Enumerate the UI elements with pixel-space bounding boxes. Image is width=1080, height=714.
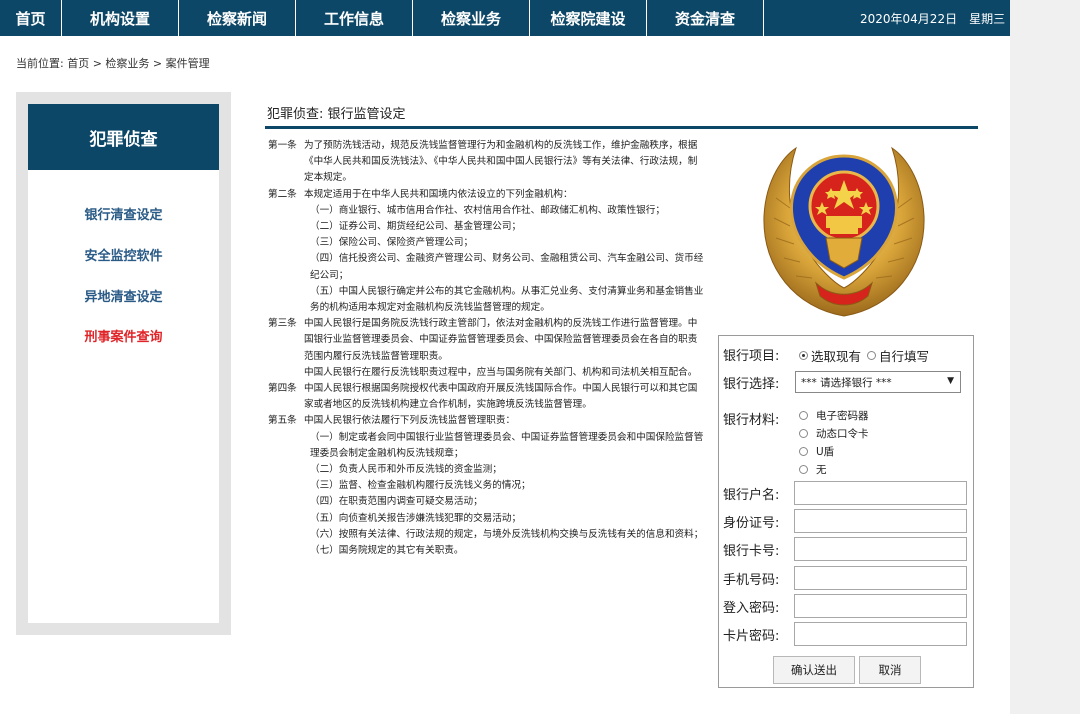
account-name-input[interactable] [794,481,967,505]
radio-unchecked-icon [799,446,808,456]
sidebar-item-security-software[interactable]: 安全监控软件 [28,245,219,264]
article-body: 本规定适用于在中华人民共和国境内依法设立的下列金融机构： [304,188,573,200]
sidebar-item-criminal-case-query[interactable]: 刑事案件查询 [28,326,219,345]
nav-item-news[interactable]: 检察新闻 [179,0,296,36]
radio-label: U盾 [816,445,835,458]
article-body: 为了预防洗钱活动，规范反洗钱监督管理行为和金融机构的反洗钱工作，维护金融秩序，根… [304,140,698,184]
sidebar: 犯罪侦查 银行清查设定 安全监控软件 异地清查设定 刑事案件查询 [16,92,231,635]
bank-select-dropdown[interactable]: *** 请选择银行 *** ▼ [795,371,961,393]
radio-unchecked-icon [799,410,808,420]
article-clause: （六）按照有关法律、行政法规的规定，与境外反洗钱机构交换与反洗钱有关的信息和资料… [310,528,704,540]
material-option-otp-card[interactable]: 动态口令卡 [799,424,869,442]
regulation-text: 第一条 为了预防洗钱活动，规范反洗钱监督管理行为和金融机构的反洗钱工作，维护金融… [268,138,706,559]
nav-weekday: 星期三 [969,11,1006,26]
article-heading: 第一条 [268,140,297,151]
article-heading: 第三条 [268,318,297,330]
radio-unchecked-icon [799,428,808,438]
radio-fill-manually[interactable]: 自行填写 [867,345,929,365]
top-navigation-bar: 首页 机构设置 检察新闻 工作信息 检察业务 检察院建设 资金清查 2020年0… [0,0,1010,36]
article-clause: （一）制定或者会同中国银行业监督管理委员会、中国证券监督管理委员会和中国保险监督… [310,431,704,459]
article-4: 第四条 中国人民银行根据国务院授权代表中国政府开展反洗钱国际合作。中国人民银行可… [268,381,706,413]
radio-select-existing[interactable]: 选取现有 [799,345,861,365]
radio-checked-icon [799,351,808,360]
radio-label: 无 [816,463,827,476]
article-body: 中国人民银行是国务院反洗钱行政主管部门，依法对金融机构的反洗钱工作进行监督管理。… [304,318,698,362]
bank-project-options: 选取现有 自行填写 [799,345,929,365]
radio-unchecked-icon [799,464,808,474]
bank-select-label: 银行选择: [723,377,780,392]
sidebar-panel: 犯罪侦查 银行清查设定 安全监控软件 异地清查设定 刑事案件查询 [28,104,219,623]
phone-number-label: 手机号码: [723,573,780,588]
page-title: 犯罪侦查: 银行监管设定 [267,107,406,122]
article-3: 第三条 中国人民银行是国务院反洗钱行政主管部门，依法对金融机构的反洗钱工作进行监… [268,316,706,381]
nav-item-home[interactable]: 首页 [0,0,62,36]
submit-button[interactable]: 确认送出 [773,656,855,684]
card-password-input[interactable] [794,622,967,646]
article-body: 中国人民银行根据国务院授权代表中国政府开展反洗钱国际合作。中国人民银行可以和其它… [304,383,698,411]
article-clause: （三）监督、检查金融机构履行反洗钱义务的情况； [310,480,531,492]
id-number-label: 身份证号: [723,516,780,531]
sidebar-title: 犯罪侦查 [28,104,219,170]
police-emblem-icon [763,146,925,317]
material-option-u-key[interactable]: U盾 [799,442,869,460]
nav-item-fund-check[interactable]: 资金清查 [647,0,764,36]
card-number-input[interactable] [794,537,967,561]
article-body: 中国人民银行依法履行下列反洗钱监督管理职责： [304,415,516,427]
article-heading: 第五条 [268,415,297,427]
nav-item-construction[interactable]: 检察院建设 [530,0,647,36]
article-body-2: 中国人民银行在履行反洗钱职责过程中，应当与国务院有关部门、机构和司法机关相互配合… [304,366,698,378]
article-5: 第五条 中国人民银行依法履行下列反洗钱监督管理职责： （一）制定或者会同中国银行… [268,413,706,559]
dropdown-arrow-icon: ▼ [947,376,954,386]
article-2: 第二条 本规定适用于在中华人民共和国境内依法设立的下列金融机构： （一）商业银行… [268,187,706,317]
material-option-none[interactable]: 无 [799,460,869,478]
nav-item-procuratorial-business[interactable]: 检察业务 [413,0,530,36]
id-number-input[interactable] [794,509,967,533]
phone-number-input[interactable] [794,566,967,590]
article-clause: （四）信托投资公司、金融资产管理公司、财务公司、金融租赁公司、汽车金融公司、货币… [310,253,704,281]
article-clause: （二）负责人民币和外币反洗钱的资金监测； [310,464,502,476]
radio-unchecked-icon [867,351,877,360]
sidebar-item-bank-check-settings[interactable]: 银行清查设定 [28,204,219,223]
article-heading: 第二条 [268,188,297,200]
cancel-button[interactable]: 取消 [859,656,921,684]
article-heading: 第四条 [268,383,297,395]
title-divider [265,126,978,129]
nav-item-organization[interactable]: 机构设置 [62,0,179,36]
article-clause: （一）商业银行、城市信用合作社、农村信用合作社、邮政储汇机构、政策性银行； [310,204,665,216]
card-number-label: 银行卡号: [723,544,780,559]
nav-date-display: 2020年04月22日 星期三 [850,0,1010,36]
nav-date: 2020年04月22日 [860,11,958,26]
radio-label: 电子密码器 [816,409,869,422]
article-clause: （四）在职责范围内调查可疑交易活动； [310,496,483,508]
card-password-label: 卡片密码: [723,629,780,644]
sidebar-item-remote-check-settings[interactable]: 异地清查设定 [28,286,219,305]
material-option-token[interactable]: 电子密码器 [799,406,869,424]
bank-project-label: 银行项目: [723,349,780,364]
login-password-label: 登入密码: [723,601,780,616]
radio-label: 选取现有 [811,349,862,364]
breadcrumb: 当前位置: 首页 > 检察业务 > 案件管理 [16,57,210,70]
article-clause: （二）证券公司、期货经纪公司、基金管理公司； [310,221,522,233]
article-clause: （三）保险公司、保险资产管理公司； [310,237,474,249]
account-name-label: 银行户名: [723,488,780,503]
material-label: 银行材料: [723,413,780,428]
login-password-input[interactable] [794,594,967,618]
page-right-margin [1010,0,1080,714]
article-clause: （五）中国人民银行确定并公布的其它金融机构。从事汇兑业务、支付清算业务和基金销售… [310,285,704,314]
article-clause: （五）向侦查机关报告涉嫌洗钱犯罪的交易活动； [310,512,522,524]
bank-select-value: *** 请选择银行 *** [801,376,892,389]
radio-label: 自行填写 [879,349,930,364]
radio-label: 动态口令卡 [816,427,869,440]
bank-info-form: 银行项目: 选取现有 自行填写 银行选择: *** 请选择银行 *** ▼ 银行… [718,335,974,688]
article-clause: （七）国务院规定的其它有关职责。 [310,545,464,557]
nav-item-work-info[interactable]: 工作信息 [296,0,413,36]
article-1: 第一条 为了预防洗钱活动，规范反洗钱监督管理行为和金融机构的反洗钱工作，维护金融… [268,138,706,187]
material-options: 电子密码器 动态口令卡 U盾 无 [799,406,869,478]
